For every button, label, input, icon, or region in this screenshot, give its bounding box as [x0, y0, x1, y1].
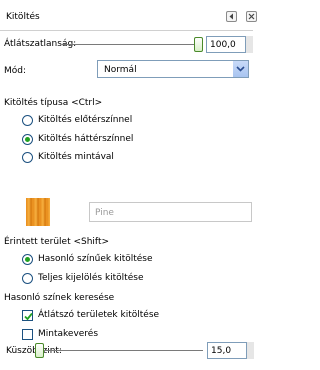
pattern-name-field[interactable]: Pine [89, 202, 252, 222]
fill-selection-radio[interactable] [22, 273, 33, 284]
pattern-swatch[interactable] [26, 198, 50, 226]
opacity-spinner[interactable] [246, 36, 253, 53]
affected-area-heading: Érintett terület <Shift> [4, 237, 110, 247]
fill-selection-label[interactable]: Teljes kijelölés kitöltése [38, 272, 143, 284]
checkmark-icon [24, 312, 33, 321]
chevron-down-icon [236, 66, 245, 72]
fill-type-heading: Kitöltés típusa <Ctrl> [4, 98, 103, 108]
opacity-slider-track[interactable] [62, 44, 199, 45]
fill-background-radio[interactable] [22, 134, 33, 145]
panel-title: Kitöltés [6, 12, 40, 22]
threshold-label: Küszöbszint: [6, 346, 62, 356]
triangle-left-icon [229, 13, 233, 20]
sample-merged-label[interactable]: Mintakeverés [38, 328, 98, 340]
fill-similar-radio[interactable] [22, 254, 33, 265]
fill-similar-label[interactable]: Hasonló színűek kitöltése [38, 253, 153, 265]
fill-foreground-label[interactable]: Kitöltés előtérszínnel [38, 114, 132, 126]
fill-pattern-label[interactable]: Kitöltés mintával [38, 151, 114, 163]
opacity-value: 100,0 [210, 40, 236, 50]
threshold-value: 15,0 [211, 346, 232, 356]
transparent-areas-checkbox[interactable] [22, 310, 33, 321]
sample-merged-checkbox[interactable] [22, 329, 33, 340]
mode-label: Mód: [4, 66, 27, 76]
panel-close-button[interactable] [246, 11, 257, 22]
mode-select[interactable]: Normál [97, 60, 249, 78]
fill-pattern-radio[interactable] [22, 152, 33, 163]
fill-foreground-radio[interactable] [22, 115, 33, 126]
threshold-slider-thumb[interactable] [35, 343, 44, 358]
pattern-name: Pine [95, 208, 114, 218]
opacity-value-field[interactable]: 100,0 [206, 36, 246, 53]
close-icon [248, 13, 255, 20]
threshold-value-field[interactable]: 15,0 [207, 342, 247, 359]
header-divider [0, 30, 253, 31]
threshold-slider-track[interactable] [36, 350, 203, 351]
threshold-spinner[interactable] [247, 342, 254, 359]
fill-background-label[interactable]: Kitöltés háttérszínnel [38, 133, 133, 145]
panel-header: Kitöltés [0, 0, 257, 32]
mode-dropdown-button[interactable] [233, 61, 248, 77]
opacity-slider-thumb[interactable] [194, 37, 203, 52]
similar-colors-heading: Hasonló színek keresése [4, 293, 115, 303]
mode-value: Normál [104, 65, 137, 75]
panel-menu-button[interactable] [226, 11, 237, 22]
transparent-areas-label[interactable]: Átlátszó területek kitöltése [38, 309, 159, 321]
